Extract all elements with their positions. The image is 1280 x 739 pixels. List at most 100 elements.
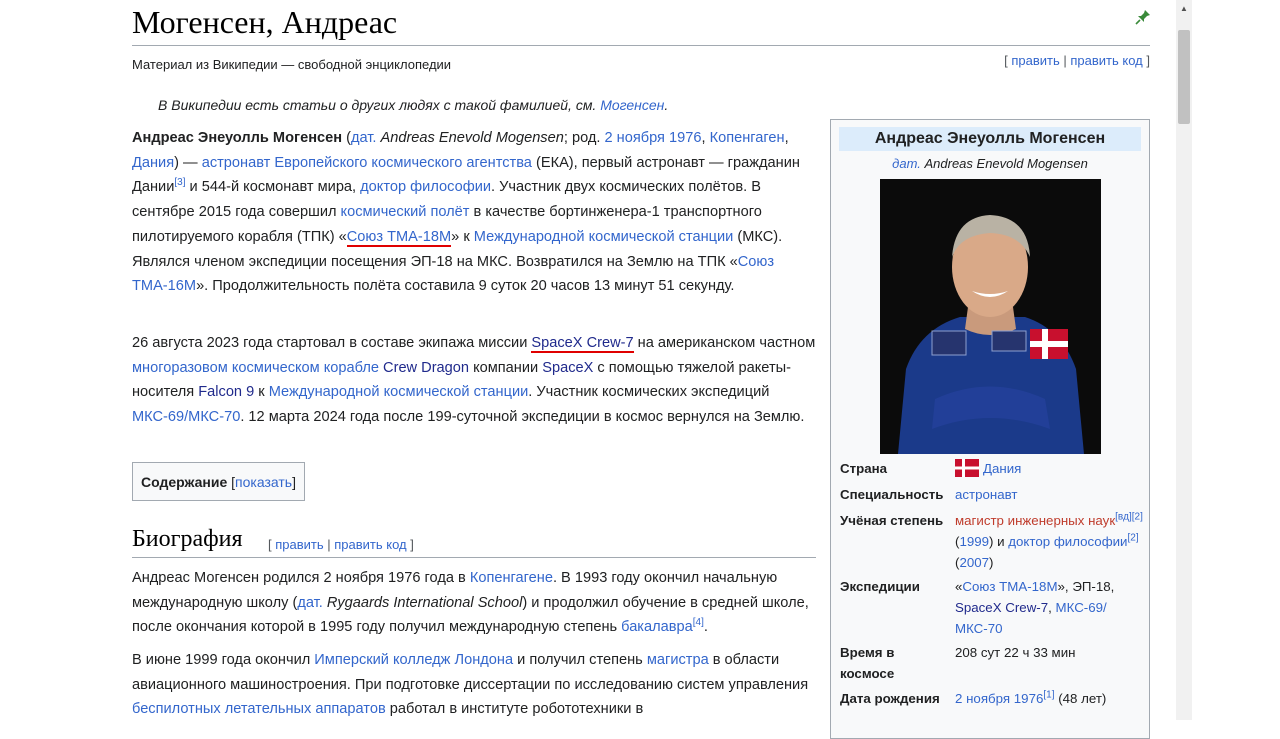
reusable-spacecraft-link[interactable]: многоразовом космическом корабле bbox=[132, 360, 379, 376]
hatnote-end: . bbox=[664, 97, 669, 113]
biography-paragraph-2: В июне 1999 года окончил Имперский колле… bbox=[132, 648, 822, 722]
bracket: ] bbox=[1142, 53, 1150, 68]
infobox-subtitle: дат. Andreas Enevold Mogensen bbox=[831, 156, 1149, 171]
toc-toggle-link[interactable]: показать bbox=[235, 474, 292, 490]
portrait-photo[interactable] bbox=[880, 179, 1101, 454]
year-2007-link[interactable]: 2007 bbox=[959, 555, 989, 570]
infobox-label-specialty: Специальность bbox=[840, 487, 944, 502]
city-link[interactable]: Копенгаген bbox=[710, 130, 785, 146]
iss-link[interactable]: Международной космической станции bbox=[269, 384, 529, 400]
reference-2[interactable]: [2] bbox=[1132, 512, 1143, 523]
master-engineering-link[interactable]: магистр инженерных наук bbox=[955, 513, 1115, 528]
reference-2[interactable]: [2] bbox=[1128, 533, 1139, 544]
section-edit-links: [ править | править код ] bbox=[268, 537, 414, 552]
bracket: ] bbox=[292, 474, 296, 490]
page-edit-links: [ править | править код ] bbox=[1004, 53, 1150, 68]
infobox-value-degree: магистр инженерных наук[вд][2] (1999) и … bbox=[955, 510, 1145, 573]
copenhagen-link[interactable]: Копенгагене bbox=[470, 570, 553, 586]
imperial-college-link[interactable]: Имперский колледж Лондона bbox=[314, 652, 513, 668]
text: В июне 1999 года окончил bbox=[132, 652, 315, 668]
doctor-philosophy-link[interactable]: доктор философии bbox=[1008, 534, 1127, 549]
vertical-scrollbar[interactable]: ▲ bbox=[1176, 0, 1192, 720]
lead-paragraph-1: Андреас Энеуолль Могенсен (дат. Andreas … bbox=[132, 126, 822, 299]
section-edit-link[interactable]: править bbox=[275, 537, 323, 552]
age: (48 лет) bbox=[1054, 691, 1107, 706]
hatnote: В Википедии есть статьи о других людях с… bbox=[158, 97, 668, 113]
lead-paragraph-2: 26 августа 2023 года стартовал в составе… bbox=[132, 331, 822, 430]
text: , bbox=[701, 130, 710, 146]
spacex-crew-7-link[interactable]: SpaceX Crew-7 bbox=[531, 335, 634, 353]
edit-link[interactable]: править bbox=[1011, 53, 1059, 68]
lang-link[interactable]: дат. bbox=[297, 595, 322, 611]
hatnote-text: В Википедии есть статьи о других людях с… bbox=[158, 97, 601, 113]
spaceflight-link[interactable]: космический полёт bbox=[341, 204, 470, 220]
year-1999-link[interactable]: 1999 bbox=[959, 534, 989, 549]
edit-code-link[interactable]: править код bbox=[1070, 53, 1142, 68]
section-edit-code-link[interactable]: править код bbox=[334, 537, 406, 552]
text: ) — bbox=[174, 154, 202, 171]
infobox: Андреас Энеуолль Могенсен дат. Andreas E… bbox=[830, 119, 1150, 739]
native-name: Andreas Enevold Mogensen bbox=[920, 156, 1088, 171]
infobox-value-country: Дания bbox=[955, 458, 1145, 479]
text: к bbox=[254, 384, 269, 401]
scroll-up-arrow-icon[interactable]: ▲ bbox=[1176, 0, 1192, 16]
birth-date-link[interactable]: 2 ноября 1976 bbox=[955, 691, 1043, 706]
portrait-illustration bbox=[880, 179, 1101, 454]
hatnote-link[interactable]: Могенсен bbox=[600, 97, 664, 113]
country-link[interactable]: Дания bbox=[132, 155, 174, 171]
native-name: Andreas Enevold Mogensen bbox=[380, 130, 564, 146]
school-name: Rygaards International School bbox=[326, 594, 523, 611]
separator: | bbox=[1059, 53, 1071, 68]
biography-paragraph-1: Андреас Могенсен родился 2 ноября 1976 г… bbox=[132, 566, 822, 640]
text: , bbox=[784, 130, 789, 146]
bracket: ] bbox=[406, 537, 414, 552]
birth-date-link[interactable]: 2 ноября 1976 bbox=[605, 130, 702, 146]
reference-4[interactable]: [4] bbox=[693, 618, 704, 629]
scrollbar-thumb[interactable] bbox=[1178, 30, 1190, 124]
denmark-flag-icon bbox=[955, 459, 979, 477]
bachelor-link[interactable]: бакалавра bbox=[621, 619, 693, 635]
phd-link[interactable]: доктор философии bbox=[360, 179, 491, 195]
uav-link[interactable]: беспилотных летательных аппаратов bbox=[132, 701, 386, 717]
master-link[interactable]: магистра bbox=[647, 652, 709, 668]
separator: | bbox=[323, 537, 335, 552]
spacex-link[interactable]: SpaceX bbox=[542, 360, 593, 376]
infobox-label-country: Страна bbox=[840, 461, 888, 476]
text: , bbox=[1048, 600, 1056, 615]
falcon-9-link[interactable]: Falcon 9 bbox=[198, 384, 254, 400]
crew-dragon-link[interactable]: Crew Dragon bbox=[383, 360, 469, 376]
soyuz-link[interactable]: Союз ТМА-18М bbox=[962, 579, 1057, 594]
soyuz-tma-18m-link[interactable]: Союз ТМА-18М bbox=[346, 228, 452, 247]
text: ( bbox=[342, 130, 351, 146]
iss-link[interactable]: Международной космической станции bbox=[474, 229, 734, 245]
reference-3[interactable]: [3] bbox=[174, 178, 185, 189]
expeditions-link[interactable]: МКС-69/МКС-70 bbox=[132, 409, 240, 425]
infobox-label-expeditions: Экспедиции bbox=[840, 579, 920, 594]
text: . 12 марта 2024 года после 199-суточной … bbox=[240, 409, 805, 426]
astronaut-link[interactable]: астронавт bbox=[955, 487, 1018, 502]
infobox-value-birth: 2 ноября 1976[1] (48 лет) bbox=[955, 688, 1145, 709]
infobox-value-expeditions: «Союз ТМА-18М», ЭП-18, SpaceX Crew-7, МК… bbox=[955, 576, 1145, 639]
page-title: Могенсен, Андреас bbox=[132, 4, 398, 40]
text: ». Продолжительность полёта составила 9 … bbox=[196, 278, 735, 295]
infobox-value-specialty: астронавт bbox=[955, 484, 1145, 505]
crew-7-link[interactable]: SpaceX Crew-7 bbox=[955, 600, 1048, 615]
denmark-link[interactable]: Дания bbox=[983, 461, 1021, 476]
lang-link[interactable]: дат. bbox=[892, 156, 921, 171]
pin-icon[interactable] bbox=[1134, 8, 1152, 26]
text: работал в институте робототехники в bbox=[385, 701, 644, 718]
text: Андреас Могенсен родился 2 ноября 1976 г… bbox=[132, 570, 470, 586]
text: на американском частном bbox=[633, 335, 816, 351]
text: 26 августа 2023 года стартовал в составе… bbox=[132, 335, 532, 351]
wikidata-ref[interactable]: [вд] bbox=[1115, 512, 1132, 523]
section-divider bbox=[132, 557, 816, 558]
toc-title: Содержание bbox=[141, 474, 228, 490]
text: », ЭП-18, bbox=[1057, 579, 1115, 594]
esa-link[interactable]: астронавт Европейского космического аген… bbox=[202, 155, 532, 171]
section-heading-biography: Биография bbox=[132, 526, 243, 552]
text: и получил степень bbox=[513, 652, 647, 668]
bracket: [ bbox=[227, 474, 236, 490]
text: » к bbox=[451, 228, 474, 245]
reference-1[interactable]: [1] bbox=[1043, 690, 1054, 701]
lang-link[interactable]: дат. bbox=[351, 130, 376, 146]
